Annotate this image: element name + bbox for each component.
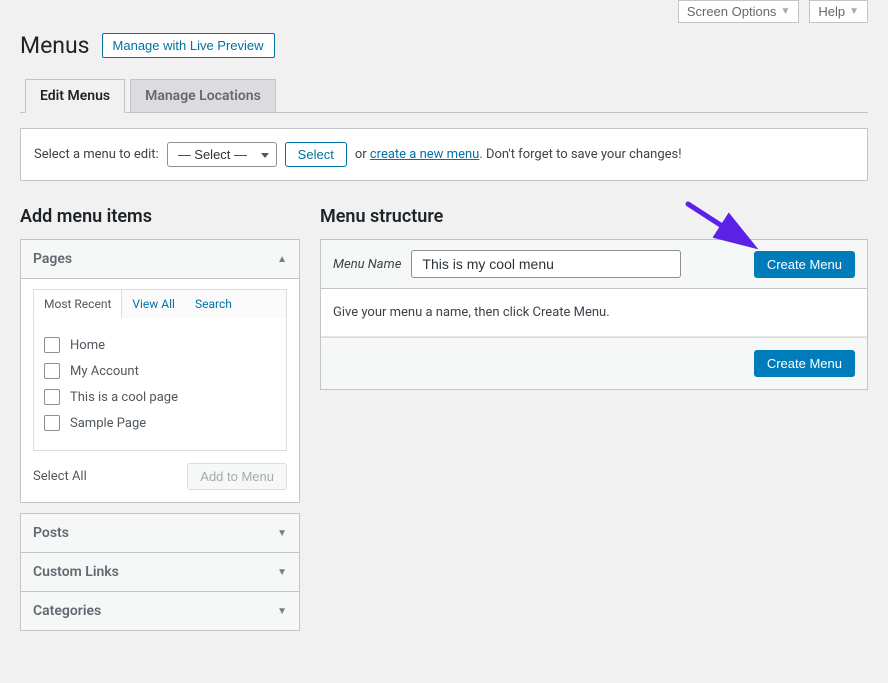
page-title: Menus (20, 32, 90, 59)
accordion-pages-header[interactable]: Pages ▲ (20, 239, 300, 279)
page-checkbox[interactable] (44, 363, 60, 379)
nav-tabs: Edit Menus Manage Locations (20, 79, 868, 113)
accordion-pages-label: Pages (33, 251, 72, 267)
page-checkbox[interactable] (44, 337, 60, 353)
create-menu-button-bottom[interactable]: Create Menu (754, 350, 855, 377)
select-button[interactable]: Select (285, 142, 347, 167)
menu-instruction-text: Give your menu a name, then click Create… (321, 289, 867, 337)
accordion-custom-links-header[interactable]: Custom Links ▼ (20, 552, 300, 592)
select-menu-label: Select a menu to edit: (34, 147, 159, 162)
page-checkbox[interactable] (44, 415, 60, 431)
caret-down-icon: ▼ (277, 567, 287, 578)
screen-options-label: Screen Options (687, 4, 777, 19)
page-item[interactable]: Home (44, 332, 276, 358)
page-label: My Account (70, 364, 139, 379)
caret-down-icon: ▼ (277, 606, 287, 617)
menu-structure-title: Menu structure (320, 206, 868, 227)
accordion-custom-links-label: Custom Links (33, 564, 119, 580)
caret-down-icon: ▼ (780, 6, 790, 17)
caret-down-icon: ▼ (277, 528, 287, 539)
tab-view-all[interactable]: View All (122, 290, 185, 318)
accordion-categories-header[interactable]: Categories ▼ (20, 591, 300, 631)
page-item[interactable]: This is a cool page (44, 384, 276, 410)
page-label: Sample Page (70, 416, 146, 431)
add-to-menu-button: Add to Menu (187, 463, 287, 490)
pages-inner-tabs: Most Recent View All Search (33, 289, 287, 318)
caret-up-icon: ▲ (277, 254, 287, 265)
tab-most-recent[interactable]: Most Recent (33, 289, 122, 319)
page-item[interactable]: Sample Page (44, 410, 276, 436)
or-text: or (355, 147, 367, 162)
pages-list: Home My Account This is a cool page Samp… (33, 318, 287, 451)
select-all-link[interactable]: Select All (33, 469, 87, 484)
page-label: Home (70, 338, 105, 353)
page-label: This is a cool page (70, 390, 178, 405)
menu-select-box: Select a menu to edit: — Select — Select… (20, 128, 868, 181)
add-menu-items-title: Add menu items (20, 206, 300, 227)
menu-name-label: Menu Name (333, 257, 401, 272)
screen-options-button[interactable]: Screen Options ▼ (678, 0, 800, 23)
caret-down-icon: ▼ (849, 6, 859, 17)
tab-manage-locations[interactable]: Manage Locations (130, 79, 276, 112)
accordion-pages-body: Most Recent View All Search Home My Acco… (20, 279, 300, 503)
manage-live-preview-button[interactable]: Manage with Live Preview (102, 33, 275, 58)
create-menu-button-top[interactable]: Create Menu (754, 251, 855, 278)
tab-edit-menus[interactable]: Edit Menus (25, 79, 125, 113)
tab-search[interactable]: Search (185, 290, 242, 318)
menu-select-dropdown[interactable]: — Select — (167, 142, 277, 167)
help-button[interactable]: Help ▼ (809, 0, 868, 23)
reminder-text: . Don't forget to save your changes! (479, 147, 681, 162)
page-item[interactable]: My Account (44, 358, 276, 384)
menu-structure-box: Menu Name Create Menu Give your menu a n… (320, 239, 868, 390)
accordion-categories-label: Categories (33, 603, 101, 619)
help-label: Help (818, 4, 845, 19)
accordion-posts-header[interactable]: Posts ▼ (20, 513, 300, 553)
create-new-menu-link[interactable]: create a new menu (370, 147, 479, 162)
page-checkbox[interactable] (44, 389, 60, 405)
menu-name-input[interactable] (411, 250, 681, 278)
accordion-posts-label: Posts (33, 525, 69, 541)
